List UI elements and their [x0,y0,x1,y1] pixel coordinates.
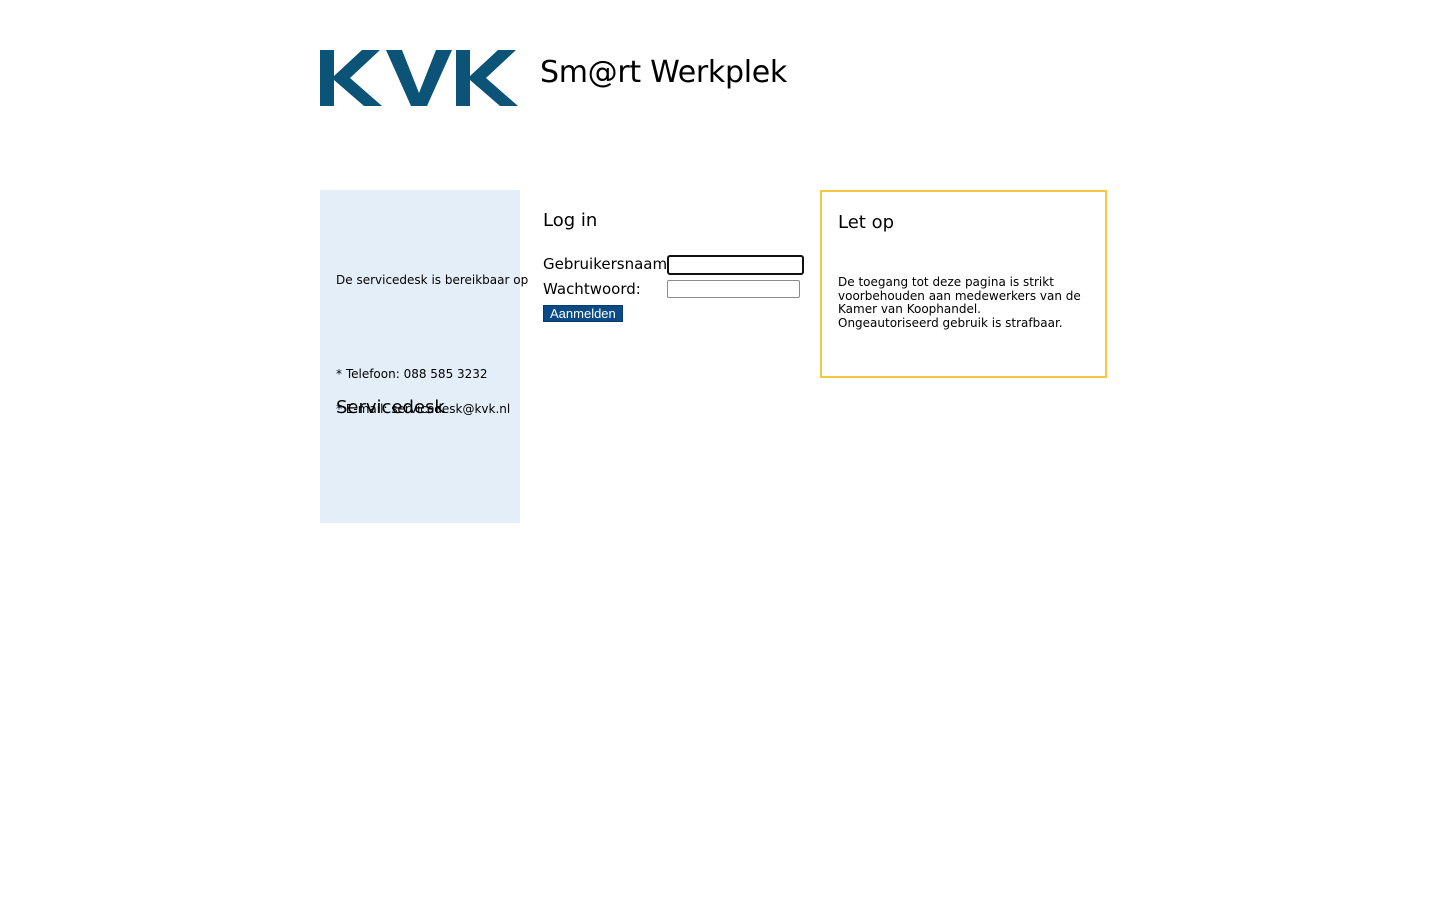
notice-title: Let op [838,212,895,233]
username-row: Gebruikersnaam: [543,253,813,275]
notice-line: Kamer van Koophandel. [838,302,981,316]
notice-line: De toegang tot deze pagina is strikt [838,275,1054,289]
notice-panel: Let op De toegang tot deze pagina is str… [820,190,1107,378]
login-button[interactable]: Aanmelden [543,305,623,322]
kvk-logo [320,50,518,106]
servicedesk-description: De servicedesk is bereikbaar op [336,273,529,287]
app-title: Sm@rt Werkplek [540,55,787,90]
login-page: Sm@rt Werkplek Servicedesk De servicedes… [0,0,1440,900]
servicedesk-panel: Servicedesk De servicedesk is bereikbaar… [320,190,528,523]
notice-text: De toegang tot deze pagina is strikt voo… [838,275,1088,330]
servicedesk-email: * E-mail: servicedesk@kvk.nl [336,402,511,416]
login-form: Log in Gebruikersnaam: Wachtwoord: Aanme… [543,208,813,322]
password-input[interactable] [667,280,800,298]
password-row: Wachtwoord: [543,278,813,300]
username-input[interactable] [667,255,804,275]
notice-line: Ongeautoriseerd gebruik is strafbaar. [838,315,1063,330]
login-title: Log in [543,210,598,231]
servicedesk-phone: * Telefoon: 088 585 3232 [336,367,488,381]
username-label: Gebruikersnaam: [543,255,673,273]
notice-line: voorbehouden aan medewerkers van de [838,288,1081,303]
password-label: Wachtwoord: [543,280,641,298]
